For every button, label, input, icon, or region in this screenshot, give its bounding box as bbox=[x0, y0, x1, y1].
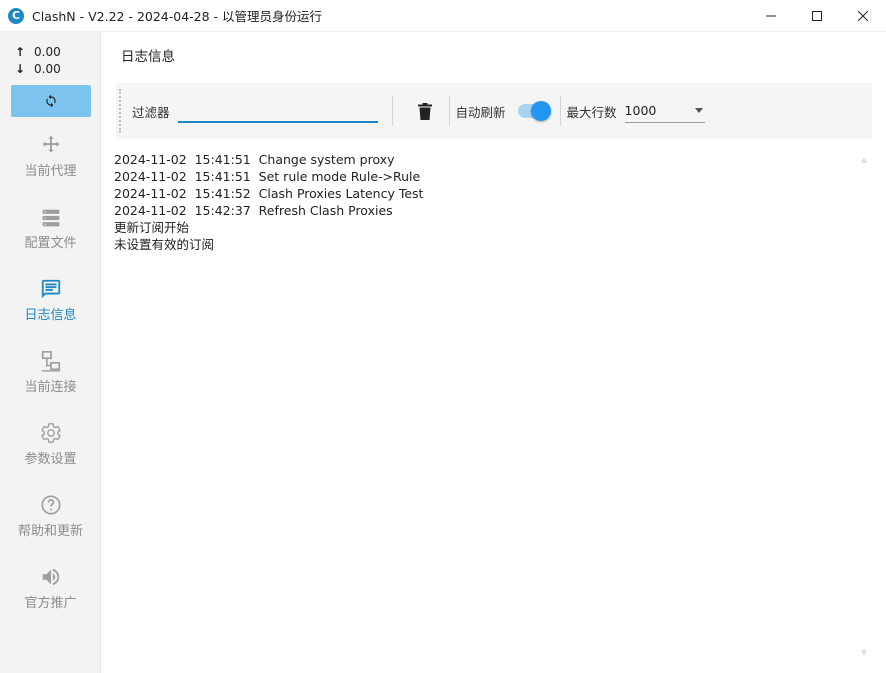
log-line: 2024-11-02 15:41:52 Clash Proxies Latenc… bbox=[114, 186, 424, 201]
toggle-knob bbox=[530, 101, 551, 121]
sidebar-item-label: 日志信息 bbox=[24, 308, 77, 323]
scroll-up-arrow-icon[interactable]: ▲ bbox=[858, 153, 870, 165]
download-arrow-icon: ↓ bbox=[14, 62, 26, 76]
log-line: 2024-11-02 15:42:37 Refresh Clash Proxie… bbox=[114, 203, 393, 218]
minimize-button[interactable] bbox=[748, 0, 794, 32]
filter-input[interactable] bbox=[177, 99, 378, 123]
clear-logs-button[interactable] bbox=[407, 96, 443, 126]
toolbar-separator bbox=[391, 96, 393, 126]
max-lines-select[interactable]: 1000 bbox=[624, 99, 705, 123]
auto-refresh-label: 自动刷新 bbox=[455, 104, 506, 120]
maximize-button[interactable] bbox=[794, 0, 840, 32]
sidebar-item-label: 帮助和更新 bbox=[17, 524, 83, 539]
log-line: 未设置有效的订阅 bbox=[114, 237, 215, 252]
close-icon bbox=[858, 11, 868, 21]
title-bar: C ClashN - V2.22 - 2024-04-28 - 以管理员身份运行 bbox=[0, 0, 886, 32]
max-lines-value: 1000 bbox=[624, 103, 657, 118]
sidebar-item-help[interactable]: 帮助和更新 bbox=[0, 490, 101, 554]
close-button[interactable] bbox=[840, 0, 886, 32]
chevron-down-icon bbox=[694, 108, 703, 113]
settings-icon bbox=[40, 418, 62, 444]
promotion-icon bbox=[40, 562, 62, 588]
profiles-icon bbox=[41, 202, 61, 228]
log-toolbar: 过滤器 自动刷新 最大行数 1000 bbox=[116, 83, 872, 139]
max-lines-label: 最大行数 bbox=[566, 104, 617, 120]
log-line: 2024-11-02 15:41:51 Change system proxy bbox=[114, 152, 395, 167]
speed-indicator: ↑ 0.00 ↓ 0.00 bbox=[14, 44, 61, 78]
sidebar-item-label: 参数设置 bbox=[24, 452, 77, 467]
toolbar-separator bbox=[559, 96, 561, 126]
sidebar-item-label: 配置文件 bbox=[24, 236, 77, 251]
sidebar-item-promotion[interactable]: 官方推广 bbox=[0, 562, 101, 626]
auto-refresh-toggle[interactable] bbox=[517, 101, 551, 121]
toolbar-separator bbox=[448, 96, 450, 126]
refresh-button[interactable] bbox=[11, 85, 91, 117]
sidebar-item-proxy[interactable]: 当前代理 bbox=[0, 130, 101, 194]
minimize-icon bbox=[766, 15, 776, 17]
main-panel: 日志信息 过滤器 自动刷新 最大行数 1000 2024-11-02 15:41… bbox=[101, 32, 886, 673]
sidebar-item-label: 当前代理 bbox=[24, 164, 77, 179]
connections-icon bbox=[40, 346, 62, 372]
sidebar-item-settings[interactable]: 参数设置 bbox=[0, 418, 101, 482]
refresh-icon bbox=[46, 94, 56, 108]
log-output[interactable]: 2024-11-02 15:41:51 Change system proxy … bbox=[114, 151, 854, 253]
filter-label: 过滤器 bbox=[132, 104, 170, 120]
proxy-icon bbox=[40, 130, 62, 156]
upload-arrow-icon: ↑ bbox=[14, 45, 26, 59]
sidebar-item-profiles[interactable]: 配置文件 bbox=[0, 202, 101, 266]
window-controls bbox=[748, 0, 886, 32]
download-speed: 0.00 bbox=[34, 62, 61, 76]
scroll-down-arrow-icon[interactable]: ▼ bbox=[858, 646, 870, 658]
toolbar-grip[interactable] bbox=[119, 89, 123, 133]
upload-speed: 0.00 bbox=[34, 45, 61, 59]
page-title: 日志信息 bbox=[121, 49, 175, 65]
trash-icon bbox=[417, 102, 432, 120]
sidebar-item-logs[interactable]: 日志信息 bbox=[0, 274, 101, 338]
sidebar: ↑ 0.00 ↓ 0.00 当前代理 配置文件 日志信息 当前连接 参数设置 帮… bbox=[0, 32, 101, 673]
app-logo: C bbox=[8, 7, 24, 24]
logs-icon bbox=[40, 274, 62, 300]
sidebar-item-label: 当前连接 bbox=[24, 380, 77, 395]
maximize-icon bbox=[812, 11, 822, 21]
sidebar-item-label: 官方推广 bbox=[24, 596, 77, 611]
window-title: ClashN - V2.22 - 2024-04-28 - 以管理员身份运行 bbox=[32, 9, 323, 24]
help-icon bbox=[40, 490, 62, 516]
log-line: 2024-11-02 15:41:51 Set rule mode Rule->… bbox=[114, 169, 421, 184]
log-line: 更新订阅开始 bbox=[114, 220, 190, 235]
sidebar-item-connections[interactable]: 当前连接 bbox=[0, 346, 101, 410]
